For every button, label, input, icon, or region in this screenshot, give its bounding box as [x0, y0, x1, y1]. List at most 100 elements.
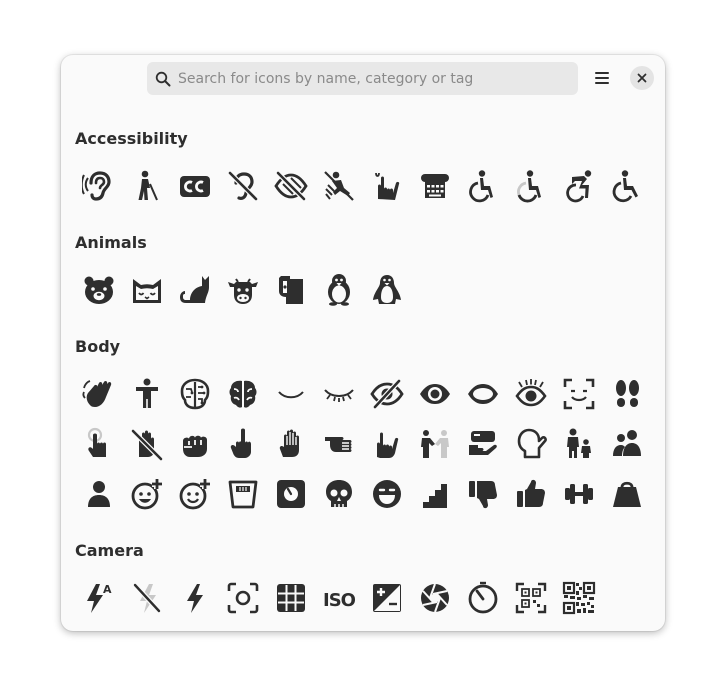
icon-button-person-filled[interactable] [75, 469, 123, 519]
icon-button-tty[interactable] [411, 161, 459, 211]
icon-button-hand-point[interactable] [315, 419, 363, 469]
brain-icon [229, 380, 257, 408]
icon-button-hearing-disabled[interactable] [219, 161, 267, 211]
icon-button-stairs[interactable] [411, 469, 459, 519]
stairs-icon [423, 484, 447, 508]
icon-button-qr-code[interactable] [555, 573, 603, 623]
icon-button-fall[interactable] [315, 161, 363, 211]
rock-hand-icon [377, 432, 399, 458]
icon-button-timer[interactable] [459, 573, 507, 623]
icon-button-wheelchair[interactable] [459, 161, 507, 211]
flash-off-icon [133, 583, 161, 613]
icon-button-face-plus[interactable] [123, 469, 171, 519]
icon-button-brain[interactable] [219, 369, 267, 419]
icon-button-aperture[interactable] [411, 573, 459, 623]
footprints-icon [616, 380, 639, 407]
icon-button-face-scan[interactable] [555, 369, 603, 419]
search-input[interactable] [178, 70, 568, 87]
icon-button-scale[interactable] [219, 469, 267, 519]
icon-button-eye-open-lashes[interactable] [507, 369, 555, 419]
icon-button-rock-hand[interactable] [363, 419, 411, 469]
icon-button-person-with-cane[interactable] [123, 161, 171, 211]
close-button[interactable] [630, 66, 654, 90]
tty-icon [421, 174, 449, 198]
section-animals: Animals [75, 233, 651, 315]
icon-button-fist[interactable] [171, 419, 219, 469]
icon-button-skull[interactable] [315, 469, 363, 519]
section-title: Body [75, 337, 121, 356]
icon-button-eye-closed-lashes[interactable] [315, 369, 363, 419]
icon-button-adult-child[interactable] [555, 419, 603, 469]
qr-code-icon [562, 581, 596, 615]
icon-button-eye-filled[interactable] [411, 369, 459, 419]
wheelchair-icon [469, 170, 493, 203]
search-icon [155, 71, 171, 86]
icon-button-cat[interactable] [123, 265, 171, 315]
icon-button-footprints[interactable] [603, 369, 651, 419]
person-icon [136, 378, 158, 408]
section-accessibility: Accessibility [75, 129, 651, 211]
section-body: Body [75, 337, 651, 519]
hearing-disabled-icon [228, 171, 258, 201]
fist-icon [183, 435, 207, 457]
icon-button-bear[interactable] [75, 265, 123, 315]
icon-button-penguin-alt[interactable] [363, 265, 411, 315]
icon-button-scale-square[interactable] [267, 469, 315, 519]
icon-button-face-plus-outline[interactable] [171, 469, 219, 519]
icon-button-wheelchair-active[interactable] [555, 161, 603, 211]
hand-pay-icon [469, 431, 497, 455]
face-laugh-icon [373, 480, 401, 508]
icon-button-exposure[interactable] [363, 573, 411, 623]
main-menu-button[interactable] [588, 64, 616, 92]
icon-button-grid[interactable] [267, 573, 315, 623]
icon-button-qr-scan[interactable] [507, 573, 555, 623]
icon-button-hand-wave[interactable] [75, 369, 123, 419]
icon-button-eye-disabled[interactable] [267, 161, 315, 211]
wheelchair-accessible-icon [612, 170, 638, 203]
icon-button-thumbs-down[interactable] [459, 469, 507, 519]
icon-button-cat-tail[interactable] [171, 265, 219, 315]
icon-button-hand-open[interactable] [267, 419, 315, 469]
icon-button-penguin[interactable] [315, 265, 363, 315]
icon-button-focus[interactable] [219, 573, 267, 623]
icon-button-middle-finger[interactable] [219, 419, 267, 469]
icon-button-flash-auto[interactable]: A [75, 573, 123, 623]
aperture-icon [421, 583, 449, 613]
icon-button-brain-circuit[interactable] [171, 369, 219, 419]
icon-button-flash-off[interactable] [123, 573, 171, 623]
icon-button-people-handshake[interactable] [411, 419, 459, 469]
icon-button-hand-disabled[interactable] [123, 419, 171, 469]
icon-button-wheelchair-alt[interactable] [507, 161, 555, 211]
icon-button-face-laugh[interactable] [363, 469, 411, 519]
icon-button-wheelchair-accessible[interactable] [603, 161, 651, 211]
icon-button-sign-language[interactable] [363, 161, 411, 211]
person-with-cane-icon [138, 170, 158, 201]
icon-button-eye-closed-smile[interactable] [267, 369, 315, 419]
icon-button-people-group[interactable] [603, 419, 651, 469]
icon-button-eye-outline[interactable] [459, 369, 507, 419]
icon-button-flash[interactable] [171, 573, 219, 623]
hand-point-icon [325, 437, 352, 452]
icon-button-weight[interactable] [603, 469, 651, 519]
scale-icon [228, 480, 258, 509]
icon-button-ear[interactable] [75, 161, 123, 211]
icon-button-hand-pay[interactable] [459, 419, 507, 469]
iso-icon: ISO [323, 590, 356, 611]
icon-button-cow[interactable] [219, 265, 267, 315]
icon-button-iso[interactable]: ISO [315, 573, 363, 623]
icon-button-mitten[interactable] [507, 419, 555, 469]
icon-button-thumbs-up[interactable] [507, 469, 555, 519]
close-icon [637, 73, 647, 83]
icon-button-dumbbell[interactable] [555, 469, 603, 519]
icon-button-eye-slash[interactable] [363, 369, 411, 419]
icon-button-dog[interactable] [267, 265, 315, 315]
icon-button-hand-touch[interactable] [75, 419, 123, 469]
face-plus-icon [131, 479, 162, 510]
icon-button-person[interactable] [123, 369, 171, 419]
icon-button-cc[interactable] [171, 161, 219, 211]
people-group-icon [613, 430, 641, 456]
dog-icon [279, 276, 303, 304]
search-field[interactable] [147, 62, 578, 95]
